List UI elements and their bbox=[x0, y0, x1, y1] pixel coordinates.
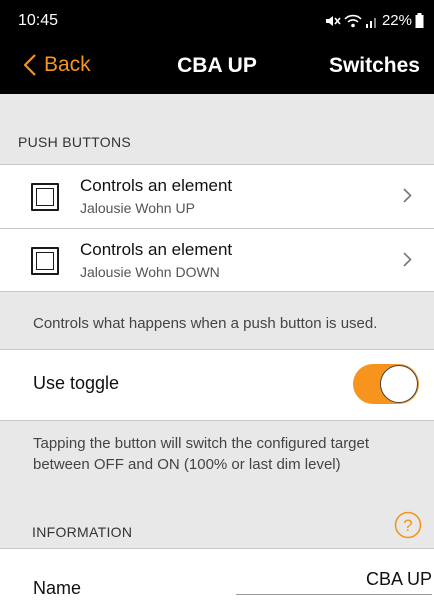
back-label: Back bbox=[44, 53, 91, 76]
list-item[interactable]: Controls an element Jalousie Wohn UP bbox=[0, 164, 434, 228]
item-title: Controls an element bbox=[80, 176, 233, 195]
information-list: Name CBA UP bbox=[0, 548, 434, 600]
battery-icon bbox=[415, 13, 424, 28]
switches-button[interactable]: Switches bbox=[329, 54, 420, 78]
item-title: Controls an element bbox=[80, 240, 233, 259]
switch-knob bbox=[380, 365, 418, 403]
toggle-description: Tapping the button will switch the confi… bbox=[33, 435, 370, 473]
status-time: 10:45 bbox=[18, 12, 59, 29]
information-header: INFORMATION bbox=[32, 524, 133, 540]
back-button[interactable]: Back bbox=[24, 53, 91, 77]
chevron-right-icon bbox=[403, 252, 412, 267]
chevron-left-icon bbox=[24, 54, 36, 76]
help-icon[interactable]: ? bbox=[394, 511, 422, 539]
push-button-icon bbox=[31, 183, 59, 211]
name-field[interactable]: CBA UP bbox=[366, 569, 432, 590]
use-toggle-switch[interactable] bbox=[353, 364, 419, 404]
name-field-underline bbox=[236, 594, 432, 595]
item-subtitle: Jalousie Wohn DOWN bbox=[80, 264, 220, 280]
push-button-icon bbox=[31, 247, 59, 275]
status-icons: 22% bbox=[325, 12, 424, 29]
status-bar: 10:45 22% bbox=[0, 0, 434, 40]
push-buttons-header: PUSH BUTTONS bbox=[18, 134, 132, 150]
navigation-bar: Back CBA UP Switches bbox=[0, 40, 434, 94]
mute-icon bbox=[325, 15, 341, 26]
list-item[interactable]: Controls an element Jalousie Wohn DOWN bbox=[0, 228, 434, 292]
name-label: Name bbox=[33, 578, 82, 598]
use-toggle-label: Use toggle bbox=[33, 373, 120, 393]
battery-percent: 22% bbox=[381, 12, 412, 29]
push-buttons-list: Controls an element Jalousie Wohn UP Con… bbox=[0, 164, 434, 292]
push-buttons-footer: Controls what happens when a push button… bbox=[33, 315, 378, 332]
item-subtitle: Jalousie Wohn UP bbox=[80, 200, 195, 216]
use-toggle-row: Use toggle bbox=[0, 349, 434, 421]
chevron-right-icon bbox=[403, 188, 412, 203]
svg-text:?: ? bbox=[403, 516, 412, 535]
signal-icon bbox=[365, 17, 376, 28]
wifi-icon bbox=[344, 14, 362, 27]
